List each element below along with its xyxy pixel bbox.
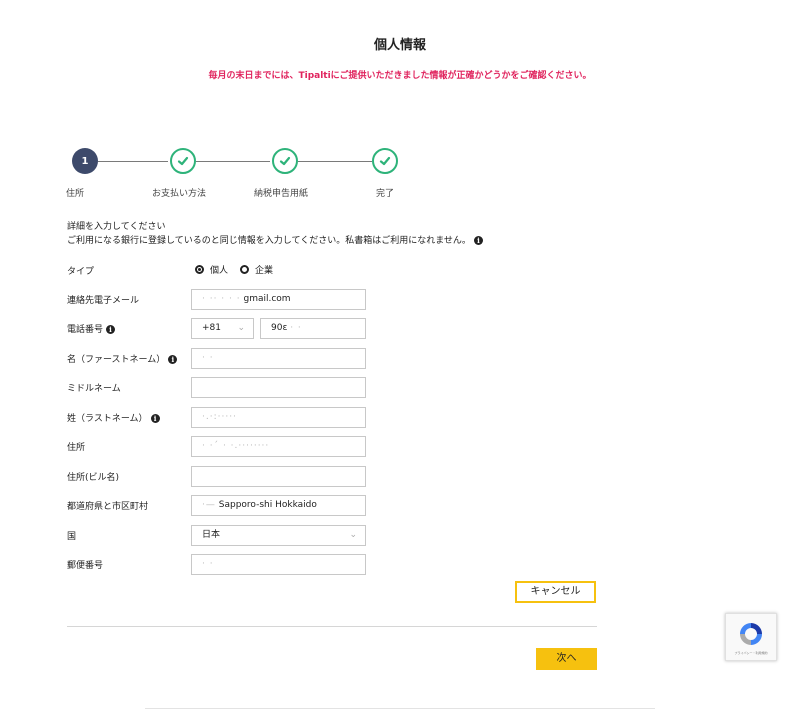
email-label: 連絡先電子メール [67,296,140,306]
page-title: 個人情報 [373,38,426,53]
divider [67,626,597,627]
postal-code-value: · · [202,559,214,569]
city-field[interactable]: ·— Sapporo-shi Hokkaido [191,495,366,516]
next-button[interactable]: 次へ [536,648,597,670]
middle-name-label: ミドルネーム [67,384,121,394]
info-icon[interactable]: i [473,236,483,245]
postal-code-field[interactable]: · · [191,554,366,575]
phone-number-hidden: · · [290,323,302,333]
step-label-tax-form: 納税申告用紙 [254,189,309,199]
country-value: 日本 [202,530,221,540]
intro-instructions: ご利用になる銀行に登録しているのと同じ情報を入力してください。私書箱はご利用にな… [67,233,483,246]
last-name-label: 姓（ラストネーム） i [67,411,160,424]
step-2-check-icon [170,148,196,174]
address-value: · ·´ · ·.········ [202,441,270,451]
accuracy-notice: 毎月の末日までには、Tipaltiにご提供いただきました情報が正確かどうかをご確… [208,71,592,81]
last-name-field[interactable]: ·.·:····· [191,407,366,428]
first-name-info-icon[interactable]: i [168,355,178,364]
city-value-hidden: ·— [202,500,216,510]
radio-individual-label[interactable]: 個人 [210,266,228,276]
recaptcha-badge[interactable]: プライバシー・利用規約 [725,613,777,661]
type-radio-group: 個人 企業 [195,263,285,276]
postal-code-label: 郵便番号 [67,561,104,571]
first-name-label: 名（ファーストネーム） i [67,352,178,365]
email-value-hidden: · ·· · · · [202,294,241,304]
radio-company[interactable] [240,265,250,274]
stepper-connector [98,161,168,162]
address2-label: 住所(ビル名) [67,473,120,483]
radio-individual[interactable] [195,265,204,274]
country-label: 国 [67,532,77,542]
phone-number-field[interactable]: 90ε · · [260,318,366,339]
phone-country-code-value: +81 [202,323,221,333]
first-name-field[interactable]: · · [191,348,366,369]
radio-company-label[interactable]: 企業 [255,266,273,276]
stepper-connector [196,161,270,162]
email-field[interactable]: · ·· · · · gmail.com [191,289,366,310]
chevron-down-icon: ⌄ [349,530,357,540]
address-label: 住所 [67,443,86,453]
step-1-indicator: 1 [72,148,98,174]
recaptcha-text: プライバシー・利用規約 [734,651,768,655]
country-select[interactable]: 日本 ⌄ [191,525,366,546]
first-name-value: · · [202,353,214,363]
step-label-complete: 完了 [376,189,395,199]
last-name-value: ·.·:····· [202,412,237,422]
recaptcha-icon [740,623,762,645]
step-4-check-icon [372,148,398,174]
last-name-label-text: 姓（ラストネーム） [67,414,148,424]
footer-divider [145,708,655,709]
last-name-info-icon[interactable]: i [150,414,160,423]
phone-country-code-select[interactable]: +81 ⌄ [191,318,254,339]
type-label: タイプ [67,267,95,277]
phone-info-icon[interactable]: i [106,325,116,334]
cancel-button[interactable]: キャンセル [515,581,596,603]
city-value: Sapporo-shi Hokkaido [218,500,317,510]
intro-instructions-text: ご利用になる銀行に登録しているのと同じ情報を入力してください。私書箱はご利用にな… [67,236,471,246]
phone-label-text: 電話番号 [67,325,104,335]
stepper-connector [298,161,372,162]
intro-heading: 詳細を入力してください [67,222,166,232]
chevron-down-icon: ⌄ [237,323,245,333]
email-value: gmail.com [243,294,291,304]
city-label: 都道府県と市区町村 [67,502,149,512]
address-field[interactable]: · ·´ · ·.········ [191,436,366,457]
middle-name-field[interactable] [191,377,366,398]
phone-number-value: 90ε [271,323,288,333]
step-label-address: 住所 [66,189,85,199]
step-label-payment: お支払い方法 [152,189,207,199]
step-3-check-icon [272,148,298,174]
address2-field[interactable] [191,466,366,487]
phone-label: 電話番号 i [67,322,116,335]
first-name-label-text: 名（ファーストネーム） [67,355,166,365]
